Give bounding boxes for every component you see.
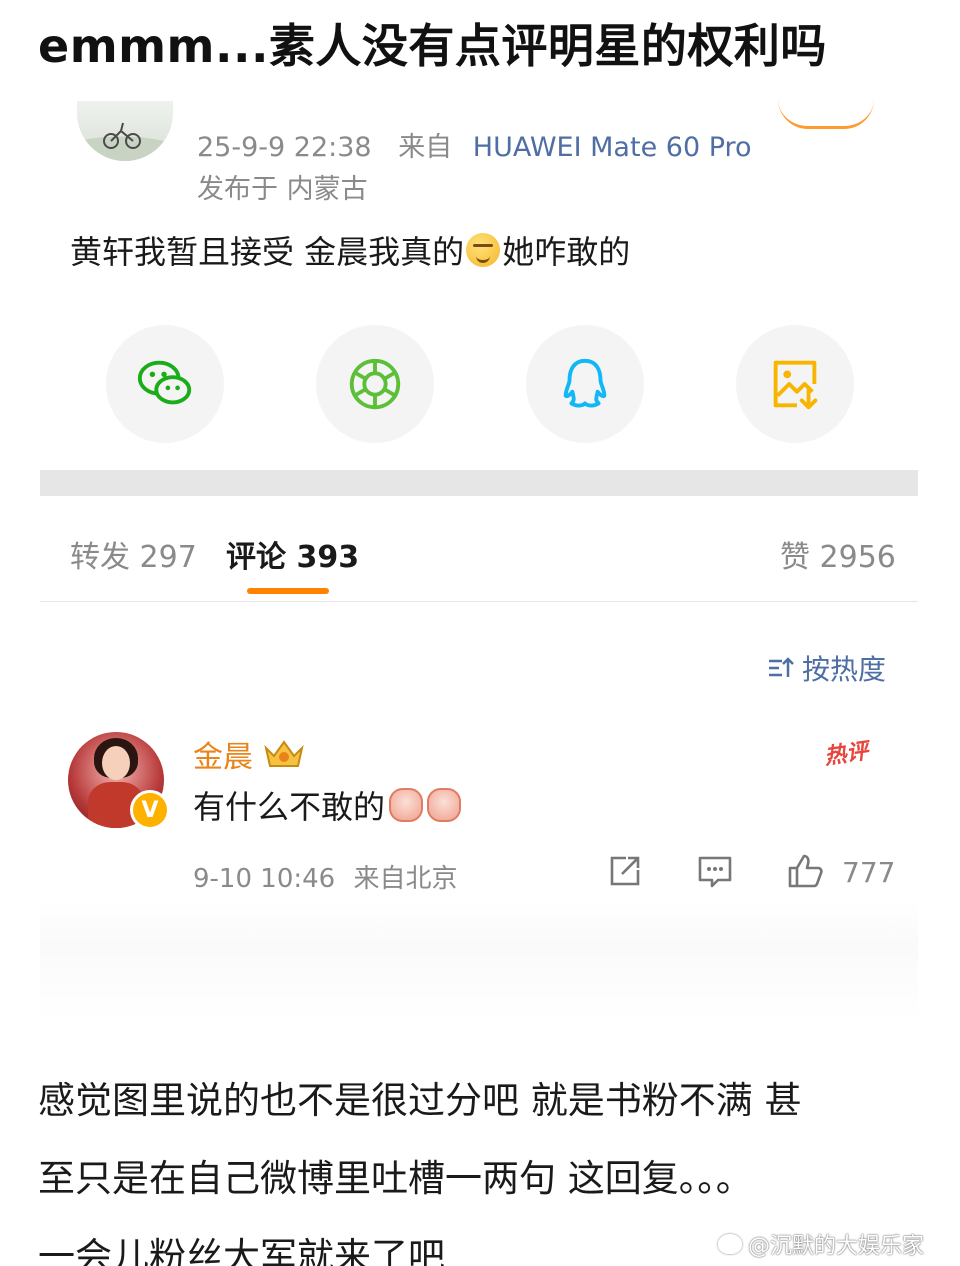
tab-comments[interactable]: 评论 393: [226, 532, 359, 576]
crown-icon: [264, 740, 304, 767]
save-image-icon: [773, 360, 818, 410]
share-qq-button[interactable]: [526, 325, 644, 443]
post-text: 黄轩我暂且接受 金晨我真的 她咋敢的: [70, 227, 630, 273]
hot-comment-tag: 热评: [822, 739, 870, 770]
follow-button[interactable]: [778, 95, 874, 129]
post-text-part-1: 黄轩我暂且接受 金晨我真的: [70, 233, 465, 271]
blurred-region: [40, 900, 918, 1020]
caption-line: 至只是在自己微博里吐槽一两句 这回复。。。: [38, 1157, 753, 1200]
commenter-name-row: 金晨: [193, 732, 305, 776]
share-row: [40, 325, 918, 445]
share-wechat-button[interactable]: [106, 325, 224, 443]
qq-icon: [563, 358, 607, 408]
poster-avatar[interactable]: [77, 101, 173, 161]
watermark-text: @沉默的大娱乐家: [748, 1234, 925, 1259]
like-count: 777: [842, 856, 896, 889]
post-card: 25-9-9 22:38 来自 HUAWEI Mate 60 Pro 发布于 内…: [40, 95, 918, 495]
tab-bar: 转发 297 评论 393 赞 2956: [40, 510, 918, 602]
tab-likes[interactable]: 赞 2956: [780, 532, 896, 576]
sort-label: 按热度: [802, 653, 887, 686]
tab-repost[interactable]: 转发 297: [70, 532, 197, 576]
comment-text: 有什么不敢的: [193, 788, 386, 826]
reply-icon[interactable]: [696, 852, 734, 890]
commenter-name[interactable]: 金晨: [193, 732, 253, 776]
active-tab-indicator: [247, 588, 329, 594]
headline: emmm...素人没有点评明星的权利吗: [38, 19, 827, 73]
caption-line: 感觉图里说的也不是很过分吧 就是书粉不满 甚: [38, 1079, 802, 1122]
verified-badge-icon: V: [130, 790, 170, 830]
sort-icon: [769, 657, 794, 677]
comment-source: 来自北京: [353, 864, 458, 894]
sweat-smile-emoji-icon: [466, 233, 501, 267]
section-divider: [40, 470, 918, 496]
post-source-prefix: 来自: [398, 132, 453, 163]
comment-actions: 777: [600, 852, 918, 892]
sort-toggle[interactable]: 按热度: [766, 648, 886, 688]
weibo-logo-icon: [718, 1234, 742, 1254]
post-text-part-2: 她咋敢的: [502, 233, 631, 271]
post-location: 发布于 内蒙古: [197, 174, 368, 205]
share-moments-button[interactable]: [316, 325, 434, 443]
moments-icon: [349, 358, 401, 410]
comment-text-row: 有什么不敢的: [193, 782, 462, 828]
sticker-icon: [427, 788, 462, 822]
comment-meta: 9-10 10:46 来自北京: [193, 858, 457, 895]
post-meta: 25-9-9 22:38 来自 HUAWEI Mate 60 Pro: [197, 125, 752, 164]
like-icon[interactable]: [786, 852, 824, 890]
save-image-button[interactable]: [736, 325, 854, 443]
post-device[interactable]: HUAWEI Mate 60 Pro: [473, 132, 752, 163]
comment-item: V 金晨 热评 有什么不敢的 9-10 10:46 来自北京 777: [40, 720, 918, 900]
post-time: 25-9-9 22:38: [197, 132, 372, 163]
share-icon[interactable]: [606, 852, 644, 890]
comment-time: 9-10 10:46: [193, 864, 336, 894]
watermark: @沉默的大娱乐家: [718, 1228, 924, 1260]
wechat-icon: [137, 360, 192, 405]
sticker-icon: [389, 788, 424, 822]
